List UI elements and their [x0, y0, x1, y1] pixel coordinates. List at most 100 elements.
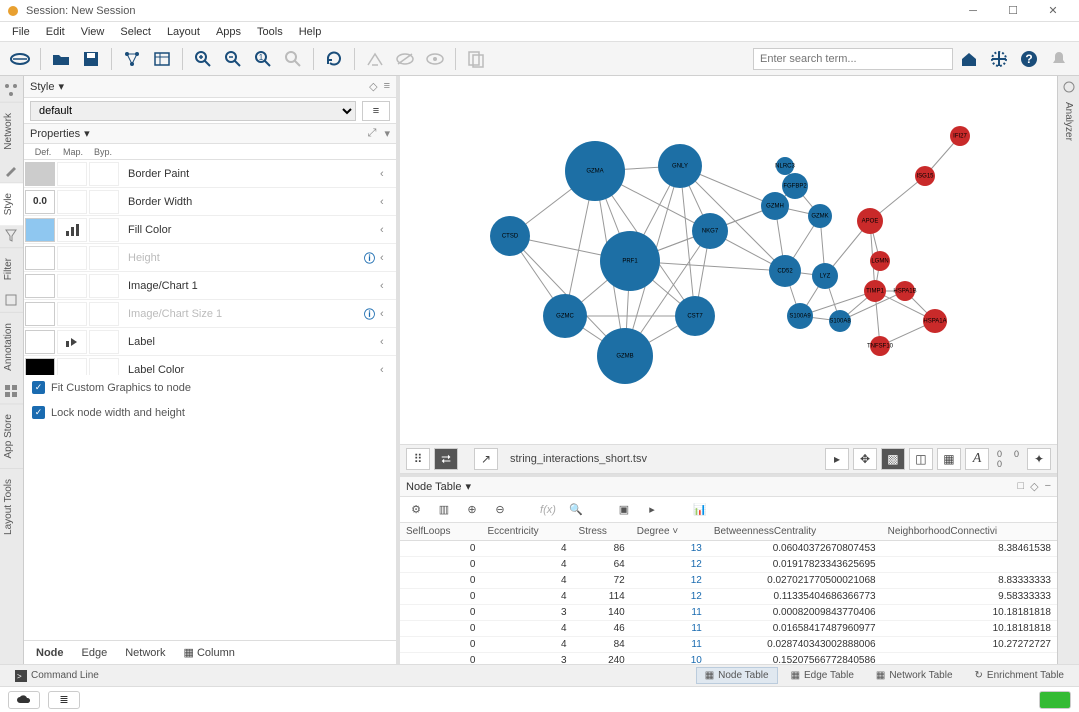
delete-column-icon[interactable]: ⊖ [490, 500, 510, 520]
default-swatch[interactable] [25, 330, 55, 354]
property-row[interactable]: Border Paint‹ [24, 160, 396, 188]
graph-node[interactable] [787, 303, 813, 329]
graph-node[interactable] [675, 296, 715, 336]
tab-style[interactable]: Style [0, 182, 23, 225]
subtab-network[interactable]: Network [117, 644, 173, 662]
bell-icon[interactable] [1045, 45, 1073, 73]
gear-icon[interactable]: ⚙ [406, 500, 426, 520]
command-line-button[interactable]: > Command Line [6, 667, 108, 685]
show-all-button[interactable] [421, 45, 449, 73]
tab-layout-tools[interactable]: Layout Tools [0, 468, 23, 545]
column-header[interactable]: Stress [573, 523, 631, 541]
chevron-down-icon[interactable]: ▾ [84, 127, 90, 140]
minimize-button[interactable]: ─ [953, 0, 993, 22]
maximize-button[interactable]: ☐ [993, 0, 1033, 22]
chevron-left-icon[interactable]: ‹ [380, 308, 396, 320]
text-button[interactable]: A [965, 448, 989, 470]
chevron-left-icon[interactable]: ‹ [380, 196, 396, 208]
reload-button[interactable] [320, 45, 348, 73]
property-row[interactable]: Fill Color‹ [24, 216, 396, 244]
always-show-button[interactable]: ▩ [881, 448, 905, 470]
graph-node[interactable] [808, 204, 832, 228]
graph-node[interactable] [870, 251, 890, 271]
bypass-cell[interactable] [89, 218, 119, 242]
collapse-icon[interactable]: ▾ [384, 127, 390, 140]
columns-icon[interactable]: ▥ [434, 500, 454, 520]
graph-node[interactable] [692, 213, 728, 249]
fit-button[interactable]: ✥ [853, 448, 877, 470]
menu-tools[interactable]: Tools [249, 24, 291, 40]
property-row[interactable]: 0.0Border Width‹ [24, 188, 396, 216]
tab-appstore[interactable]: App Store [0, 403, 23, 468]
pin-icon[interactable]: ◇ [369, 80, 377, 93]
appstore-tab-icon[interactable] [4, 384, 20, 400]
style-options-button[interactable]: ≡ [362, 101, 390, 121]
mapping-cell[interactable] [57, 302, 87, 326]
graph-node[interactable] [870, 336, 890, 356]
graph-node[interactable] [658, 144, 702, 188]
chevron-down-icon[interactable]: ▾ [58, 80, 64, 93]
chevron-left-icon[interactable]: ‹ [380, 252, 396, 264]
table-row[interactable]: 0486130.060403726708074538.38461538 [400, 541, 1057, 557]
menu-file[interactable]: File [4, 24, 38, 40]
style-tab-icon[interactable] [4, 163, 20, 179]
graph-node[interactable] [543, 294, 587, 338]
menu-select[interactable]: Select [112, 24, 159, 40]
save-button[interactable] [77, 45, 105, 73]
default-swatch[interactable] [25, 358, 55, 376]
property-row[interactable]: Heightⓘ‹ [24, 244, 396, 272]
info-icon[interactable]: ⓘ [364, 306, 380, 322]
table-row[interactable]: 04114120.113354046863667739.58333333 [400, 589, 1057, 605]
chart-icon[interactable]: 📊 [690, 500, 710, 520]
bypass-cell[interactable] [89, 358, 119, 376]
share-view-button[interactable]: ⮂ [434, 448, 458, 470]
zoom-fit-button[interactable]: 1 [249, 45, 277, 73]
menu-help[interactable]: Help [291, 24, 330, 40]
default-swatch[interactable] [25, 274, 55, 298]
chevron-left-icon[interactable]: ‹ [380, 280, 396, 292]
first-neighbors-button[interactable] [361, 45, 389, 73]
graph-node[interactable] [597, 328, 653, 384]
function-icon[interactable]: f(x) [538, 500, 558, 520]
style-selector[interactable]: default [30, 101, 356, 121]
detach-view-button[interactable]: ↗ [474, 448, 498, 470]
import-network-button[interactable] [118, 45, 146, 73]
import-icon[interactable]: ▣ [614, 500, 634, 520]
subtab-node[interactable]: Node [28, 644, 72, 662]
property-row[interactable]: Image/Chart Size 1ⓘ‹ [24, 300, 396, 328]
chevron-left-icon[interactable]: ‹ [380, 336, 396, 348]
bird-eye-button[interactable]: ▦ [937, 448, 961, 470]
subtab-column[interactable]: ▦Column [176, 643, 243, 662]
undock-icon[interactable]: □ [1017, 480, 1024, 493]
tab-filter[interactable]: Filter [0, 247, 23, 290]
menu-layout[interactable]: Layout [159, 24, 208, 40]
search-input[interactable] [753, 48, 953, 70]
graph-node[interactable] [490, 216, 530, 256]
table-row[interactable]: 03140110.0008200984377040610.18181818 [400, 605, 1057, 621]
subtab-edge[interactable]: Edge [74, 644, 116, 662]
column-header[interactable]: BetweennessCentrality [708, 523, 882, 541]
search-icon[interactable]: 🔍 [566, 500, 586, 520]
graph-node[interactable] [864, 280, 886, 302]
graph-node[interactable] [782, 173, 808, 199]
graph-node[interactable] [915, 166, 935, 186]
close-button[interactable]: ✕ [1033, 0, 1073, 22]
graph-node[interactable] [761, 192, 789, 220]
edge-table-tab[interactable]: ▦ Edge Table [782, 667, 863, 684]
filter-tab-icon[interactable] [4, 228, 20, 244]
column-header[interactable]: Degree ˅ [631, 523, 708, 541]
mapping-cell[interactable] [57, 190, 87, 214]
table-row[interactable]: 0446110.0165841748796097710.18181818 [400, 621, 1057, 637]
bypass-cell[interactable] [89, 190, 119, 214]
chevron-down-icon[interactable]: ▾ [465, 480, 471, 493]
default-swatch[interactable] [25, 246, 55, 270]
memory-status-button[interactable] [1039, 691, 1071, 709]
hide-selected-button[interactable] [391, 45, 419, 73]
zoom-selected-button[interactable] [279, 45, 307, 73]
default-swatch[interactable] [25, 162, 55, 186]
bypass-cell[interactable] [89, 330, 119, 354]
property-row[interactable]: Label Color‹ [24, 356, 396, 375]
enrichment-table-tab[interactable]: ↻ Enrichment Table [966, 667, 1073, 684]
import-table-button[interactable] [148, 45, 176, 73]
menu-icon[interactable]: ≡ [384, 80, 390, 93]
